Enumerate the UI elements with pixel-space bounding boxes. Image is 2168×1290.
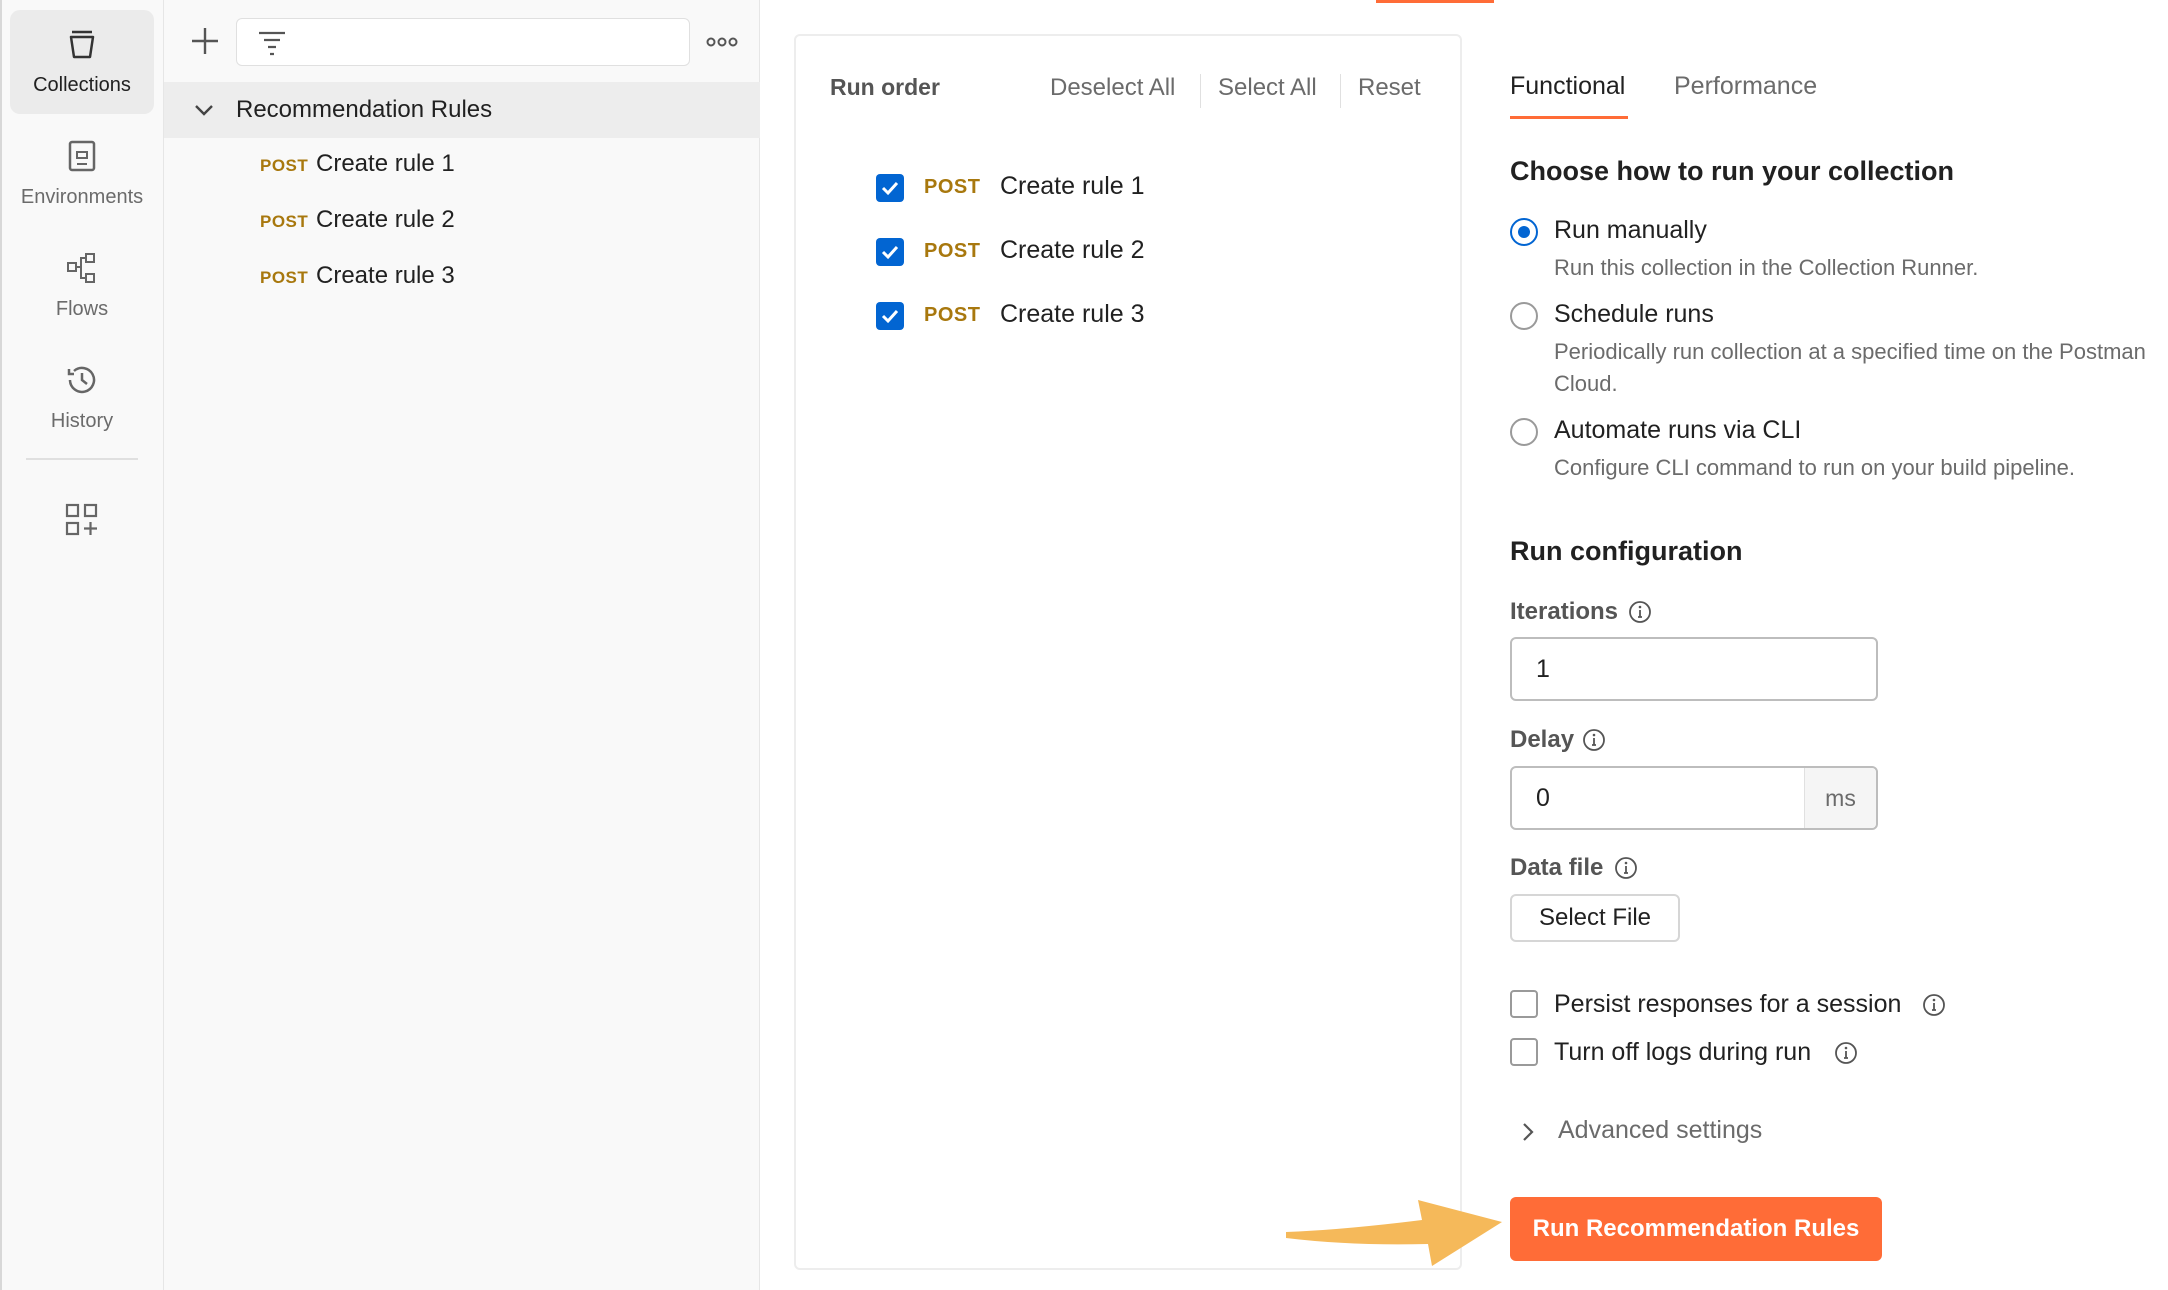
persist-responses-label: Persist responses for a session [1554,990,1902,1018]
chevron-right-icon [1523,1123,1534,1141]
search-input[interactable] [236,18,690,66]
rail-label: Collections [33,74,131,96]
deselect-all-button[interactable]: Deselect All [1050,74,1175,102]
request-name: Create rule 3 [316,262,455,289]
option-label: Schedule runs [1554,300,1714,328]
advanced-settings-label: Advanced settings [1558,1116,1763,1144]
sidebar-request-item[interactable]: POST Create rule 2 [164,194,760,250]
rail-item-collections[interactable]: Collections [10,10,154,114]
choose-run-heading: Choose how to run your collection [1510,156,1955,186]
request-method: POST [260,156,309,175]
collections-sidebar: Recommendation Rules POST Create rule 1 … [164,0,760,1290]
add-workspace-icon[interactable] [62,500,102,540]
checkbox-checked-icon[interactable] [876,302,904,330]
radio-schedule-runs[interactable] [1510,302,1538,330]
rail-item-environments[interactable]: Environments [10,122,154,226]
run-order-item[interactable]: POST Create rule 1 [876,166,1436,210]
delay-label: Delay [1510,726,1575,753]
reset-button[interactable]: Reset [1358,74,1421,102]
flows-icon [67,253,95,283]
option-label: Automate runs via CLI [1554,416,1802,444]
request-method: POST [924,240,981,262]
environments-icon [68,140,96,172]
run-order-panel: Run order Deselect All Select All Reset … [794,34,1462,1270]
turn-off-logs-label: Turn off logs during run [1554,1038,1812,1066]
rail-item-flows[interactable]: Flows [10,234,154,338]
collection-row[interactable]: Recommendation Rules [164,82,760,138]
info-icon[interactable] [1582,728,1606,752]
rail-divider [26,458,138,460]
run-collection-button[interactable]: Run Recommendation Rules [1510,1197,1882,1261]
request-name: Create rule 1 [316,150,455,177]
info-icon[interactable] [1628,600,1652,624]
select-file-button[interactable]: Select File [1510,894,1680,942]
divider [1340,74,1341,108]
rail-label: Environments [20,186,144,208]
select-all-button[interactable]: Select All [1218,74,1317,102]
advanced-settings-toggle[interactable]: Advanced settings [1510,1112,1810,1152]
request-name: Create rule 1 [1000,172,1145,200]
left-rail: Collections Environments Flows History [0,0,164,1290]
delay-unit: ms [1804,768,1876,828]
request-method: POST [260,268,309,287]
run-order-item[interactable]: POST Create rule 2 [876,230,1436,274]
checkbox-checked-icon[interactable] [876,174,904,202]
collection-name: Recommendation Rules [236,96,493,123]
request-name: Create rule 2 [316,206,455,233]
radio-automate-cli[interactable] [1510,418,1538,446]
persist-responses-checkbox[interactable] [1510,990,1538,1018]
radio-run-manually[interactable] [1510,218,1538,246]
request-name: Create rule 3 [1000,300,1145,328]
run-order-title: Run order [830,74,940,100]
sidebar-request-item[interactable]: POST Create rule 1 [164,138,760,194]
active-tab-accent [1376,0,1494,3]
tab-performance[interactable]: Performance [1674,72,1817,101]
chevron-down-icon[interactable] [192,98,216,122]
tab-underline [1510,116,1628,119]
filter-icon [259,31,285,56]
data-file-label: Data file [1510,854,1604,881]
request-method: POST [924,304,981,326]
rail-label: History [50,410,114,432]
more-options-icon[interactable] [704,28,740,56]
checkbox-checked-icon[interactable] [876,238,904,266]
iterations-label: Iterations [1510,598,1619,625]
iterations-input[interactable]: 1 [1510,637,1878,701]
rail-item-history[interactable]: History [10,346,154,450]
turn-off-logs-checkbox[interactable] [1510,1038,1538,1066]
rail-label: Flows [55,298,109,320]
run-configuration-heading: Run configuration [1510,536,1743,566]
rail-edge [0,0,2,1290]
run-order-item[interactable]: POST Create rule 3 [876,294,1436,338]
collections-icon [69,30,95,59]
history-icon [67,366,96,394]
info-icon[interactable] [1614,856,1638,880]
request-method: POST [924,176,981,198]
info-icon[interactable] [1922,993,1946,1017]
divider [1200,74,1201,108]
option-label: Run manually [1554,216,1707,244]
option-description: Run this collection in the Collection Ru… [1554,255,1979,280]
plus-icon[interactable] [186,22,224,60]
request-name: Create rule 2 [1000,236,1145,264]
tab-functional[interactable]: Functional [1510,72,1625,101]
pointer-arrow-icon [1286,1200,1502,1266]
option-description: Configure CLI command to run on your bui… [1554,455,2075,480]
info-icon[interactable] [1834,1041,1858,1065]
option-description: Periodically run collection at a specifi… [1554,339,2146,396]
request-method: POST [260,212,309,231]
sidebar-request-item[interactable]: POST Create rule 3 [164,250,760,306]
